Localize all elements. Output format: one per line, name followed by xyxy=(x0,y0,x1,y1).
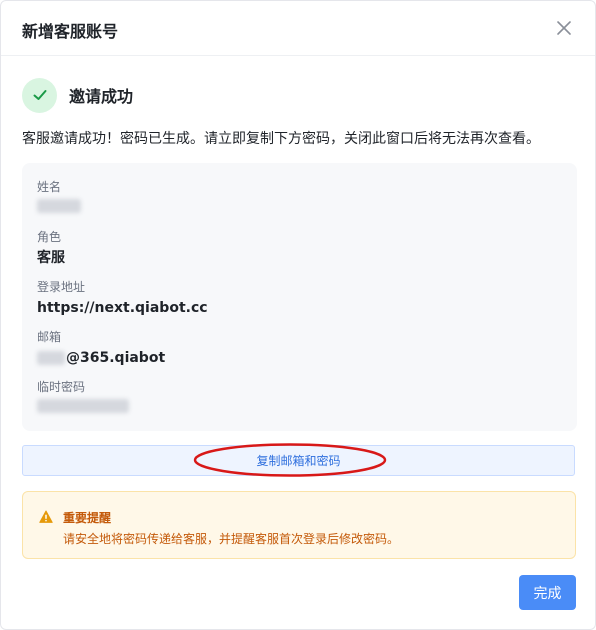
close-icon[interactable] xyxy=(555,19,573,37)
role-value: 客服 xyxy=(37,250,65,266)
notice-text: 请安全地将密码传递给客服，并提醒客服首次登录后修改密码。 xyxy=(63,532,400,546)
role-label: 角色 xyxy=(37,230,62,244)
warning-icon xyxy=(39,510,53,523)
redacted-email-user xyxy=(37,351,65,365)
copy-email-password-button[interactable]: 复制邮箱和密码 xyxy=(22,445,575,476)
login-url-label: 登录地址 xyxy=(37,280,86,294)
login-url-field: 登录地址 https://next.qiabot.cc xyxy=(37,279,208,317)
check-icon xyxy=(33,90,46,100)
success-title: 邀请成功 xyxy=(69,87,134,106)
email-field: 邮箱 @365.qiabot xyxy=(37,329,165,367)
invite-success-dialog: 新增客服账号 邀请成功 客服邀请成功！密码已生成。请立即复制下方密码，关闭此窗口… xyxy=(0,0,596,630)
success-row: 邀请成功 xyxy=(22,77,133,113)
redacted-password xyxy=(37,399,129,413)
redacted-name xyxy=(37,199,81,213)
email-domain: @365.qiabot xyxy=(66,350,166,366)
temp-password-field: 临时密码 xyxy=(37,379,129,413)
dialog-title: 新增客服账号 xyxy=(22,22,119,41)
temp-password-label: 临时密码 xyxy=(37,380,86,394)
login-url-value: https://next.qiabot.cc xyxy=(37,300,208,316)
name-field: 姓名 xyxy=(37,179,81,213)
email-value: @365.qiabot xyxy=(37,349,165,367)
success-description: 客服邀请成功！密码已生成。请立即复制下方密码，关闭此窗口后将无法再次查看。 xyxy=(22,131,540,147)
notice-title: 重要提醒 xyxy=(63,511,112,525)
success-badge xyxy=(22,77,57,113)
email-label: 邮箱 xyxy=(37,330,62,344)
dialog-header: 新增客服账号 xyxy=(1,1,595,56)
role-field: 角色 客服 xyxy=(37,229,65,267)
temp-password-value xyxy=(37,399,129,413)
name-label: 姓名 xyxy=(37,180,62,194)
name-value xyxy=(37,199,81,213)
important-notice: 重要提醒 请安全地将密码传递给客服，并提醒客服首次登录后修改密码。 xyxy=(22,491,576,559)
account-info-card: 姓名 角色 客服 登录地址 https://next.qiabot.cc 邮箱 … xyxy=(22,163,577,431)
done-button[interactable]: 完成 xyxy=(519,575,576,610)
